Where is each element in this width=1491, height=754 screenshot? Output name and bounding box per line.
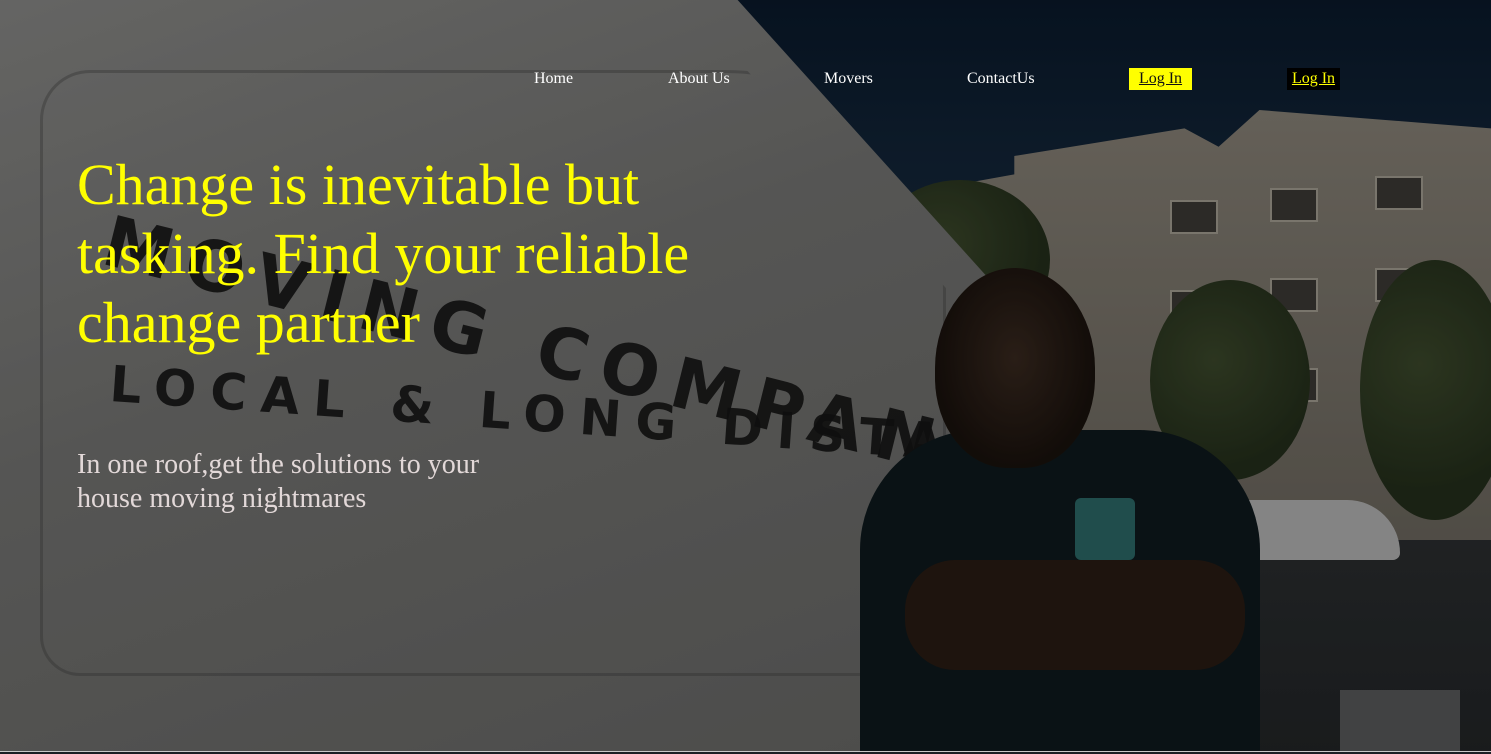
nav-about-link[interactable]: About Us	[668, 68, 730, 90]
nav-home-link[interactable]: Home	[534, 68, 573, 90]
login-button-primary[interactable]: Log In	[1129, 68, 1192, 90]
main-nav: Home About Us Movers ContactUs Log In Lo…	[0, 68, 1491, 90]
hero-subheadline: In one roof,get the solutions to your ho…	[77, 449, 480, 514]
nav-movers-link[interactable]: Movers	[824, 68, 873, 90]
nav-contact-link[interactable]: ContactUs	[967, 68, 1035, 90]
dark-overlay	[0, 0, 1491, 752]
login-button-secondary[interactable]: Log In	[1287, 68, 1340, 90]
bottom-divider	[0, 751, 1491, 752]
hero-headline: Change is inevitable but tasking. Find y…	[77, 152, 690, 355]
hero-section: MOVING COMPANY LOCAL & LONG DISTANCE Hom…	[0, 0, 1491, 752]
